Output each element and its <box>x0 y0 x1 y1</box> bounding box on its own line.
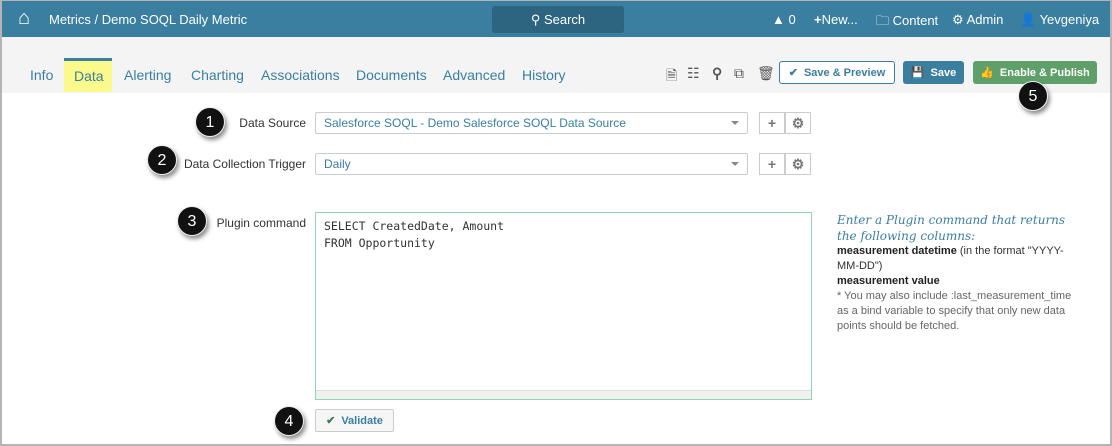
help-text: Enter a Plugin command that returns the … <box>837 212 1077 334</box>
gear-icon: ⚙ <box>791 156 805 172</box>
warning-icon: ▲ <box>772 12 785 27</box>
callout-badge-1: 1 <box>195 107 225 137</box>
enable-publish-label: Enable & Publish <box>999 66 1090 79</box>
user-menu[interactable]: 👤 Yevgeniya <box>1020 12 1099 28</box>
plugin-command-textarea[interactable]: SELECT CreatedDate, Amount FROM Opportun… <box>315 212 812 400</box>
breadcrumb: Metrics / Demo SOQL Daily Metric <box>49 12 247 27</box>
breadcrumb-metrics[interactable]: Metrics <box>49 12 91 27</box>
new-label: New... <box>821 12 858 27</box>
home-icon[interactable]: ⌂ <box>18 7 30 30</box>
check-icon: ✔ <box>788 67 798 79</box>
search-button[interactable]: ⚲ Search <box>492 6 624 33</box>
floppy-icon: 💾 <box>910 67 925 79</box>
help-note: * You may also include :last_measurement… <box>837 290 1072 332</box>
help-intro: Enter a Plugin command that returns the … <box>837 213 1066 243</box>
alerts-count: 0 <box>788 12 796 27</box>
gear-icon: ⚙ <box>952 12 967 27</box>
help-column-value: measurement value <box>837 275 940 287</box>
callout-badge-3: 3 <box>177 206 207 236</box>
thumbs-up-icon: 👍 <box>980 67 994 79</box>
command-line-2: FROM Opportunity <box>324 236 435 250</box>
callout-badge-2: 2 <box>147 145 177 175</box>
admin-label: Admin <box>966 12 1004 27</box>
plugin-command-label: Plugin command <box>216 216 306 230</box>
alerts-button[interactable]: ▲ 0 <box>772 12 796 27</box>
configure-trigger-button[interactable]: ⚙ <box>785 153 811 175</box>
plus-icon: + <box>767 115 777 131</box>
data-source-value: Salesforce SOQL - Demo Salesforce SOQL D… <box>324 116 626 130</box>
breadcrumb-page: Demo SOQL Daily Metric <box>101 12 248 27</box>
data-source-select[interactable]: Salesforce SOQL - Demo Salesforce SOQL D… <box>315 112 748 134</box>
gear-icon: ⚙ <box>791 115 805 131</box>
search-icon: ⚲ <box>530 12 544 27</box>
plus-icon: + <box>814 12 822 27</box>
help-column-datetime: measurement datetime <box>837 245 957 257</box>
trigger-select[interactable]: Daily <box>315 153 748 175</box>
document-icon[interactable]: 🗎 <box>666 65 677 89</box>
validate-button[interactable]: ✔ Validate <box>315 409 394 432</box>
trigger-label: Data Collection Trigger <box>183 157 306 171</box>
top-navbar: ⌂ Metrics / Demo SOQL Daily Metric ⚲ Sea… <box>2 1 1110 37</box>
search-icon[interactable]: ⚲ <box>712 65 722 82</box>
user-icon: 👤 <box>1020 12 1040 27</box>
tab-associations[interactable]: Associations <box>251 58 350 92</box>
plus-icon: + <box>767 156 777 172</box>
tab-data[interactable]: Data <box>64 58 112 92</box>
tab-documents[interactable]: Documents <box>346 58 437 92</box>
save-preview-label: Save & Preview <box>803 66 886 79</box>
new-button[interactable]: +New... <box>814 12 858 27</box>
chevron-down-icon <box>731 162 739 166</box>
add-data-source-button[interactable]: + <box>759 112 785 134</box>
admin-button[interactable]: ⚙ Admin <box>952 12 1003 28</box>
save-label: Save <box>930 66 957 79</box>
tab-charting[interactable]: Charting <box>181 58 254 92</box>
tab-advanced[interactable]: Advanced <box>433 58 515 92</box>
trigger-value: Daily <box>324 157 351 171</box>
check-icon: ✔ <box>326 415 336 427</box>
data-source-label: Data Source <box>239 116 306 130</box>
save-preview-button[interactable]: ✔ Save & Preview <box>779 61 895 84</box>
tab-alerting[interactable]: Alerting <box>114 58 181 92</box>
content-label: Content <box>892 13 939 28</box>
user-name: Yevgeniya <box>1039 12 1100 27</box>
breadcrumb-separator: / <box>90 12 102 27</box>
validate-label: Validate <box>341 414 383 427</box>
command-line-1: SELECT CreatedDate, Amount <box>324 219 505 233</box>
tab-info[interactable]: Info <box>20 58 63 92</box>
trash-icon[interactable]: 🗑 <box>757 65 775 82</box>
save-button[interactable]: 💾 Save <box>903 61 964 84</box>
chevron-down-icon <box>731 121 739 125</box>
resize-handle[interactable] <box>316 390 811 399</box>
copy-icon[interactable]: ⧉ <box>734 65 744 82</box>
folder-icon: 🗀 <box>876 13 893 28</box>
callout-badge-4: 4 <box>274 406 304 436</box>
tab-history[interactable]: History <box>512 58 576 92</box>
add-trigger-button[interactable]: + <box>759 153 785 175</box>
hierarchy-icon[interactable]: ☷ <box>687 65 700 82</box>
search-label: Search <box>543 12 586 27</box>
callout-badge-5: 5 <box>1018 81 1048 111</box>
content-button[interactable]: 🗀 Content <box>876 12 938 34</box>
configure-data-source-button[interactable]: ⚙ <box>785 112 811 134</box>
